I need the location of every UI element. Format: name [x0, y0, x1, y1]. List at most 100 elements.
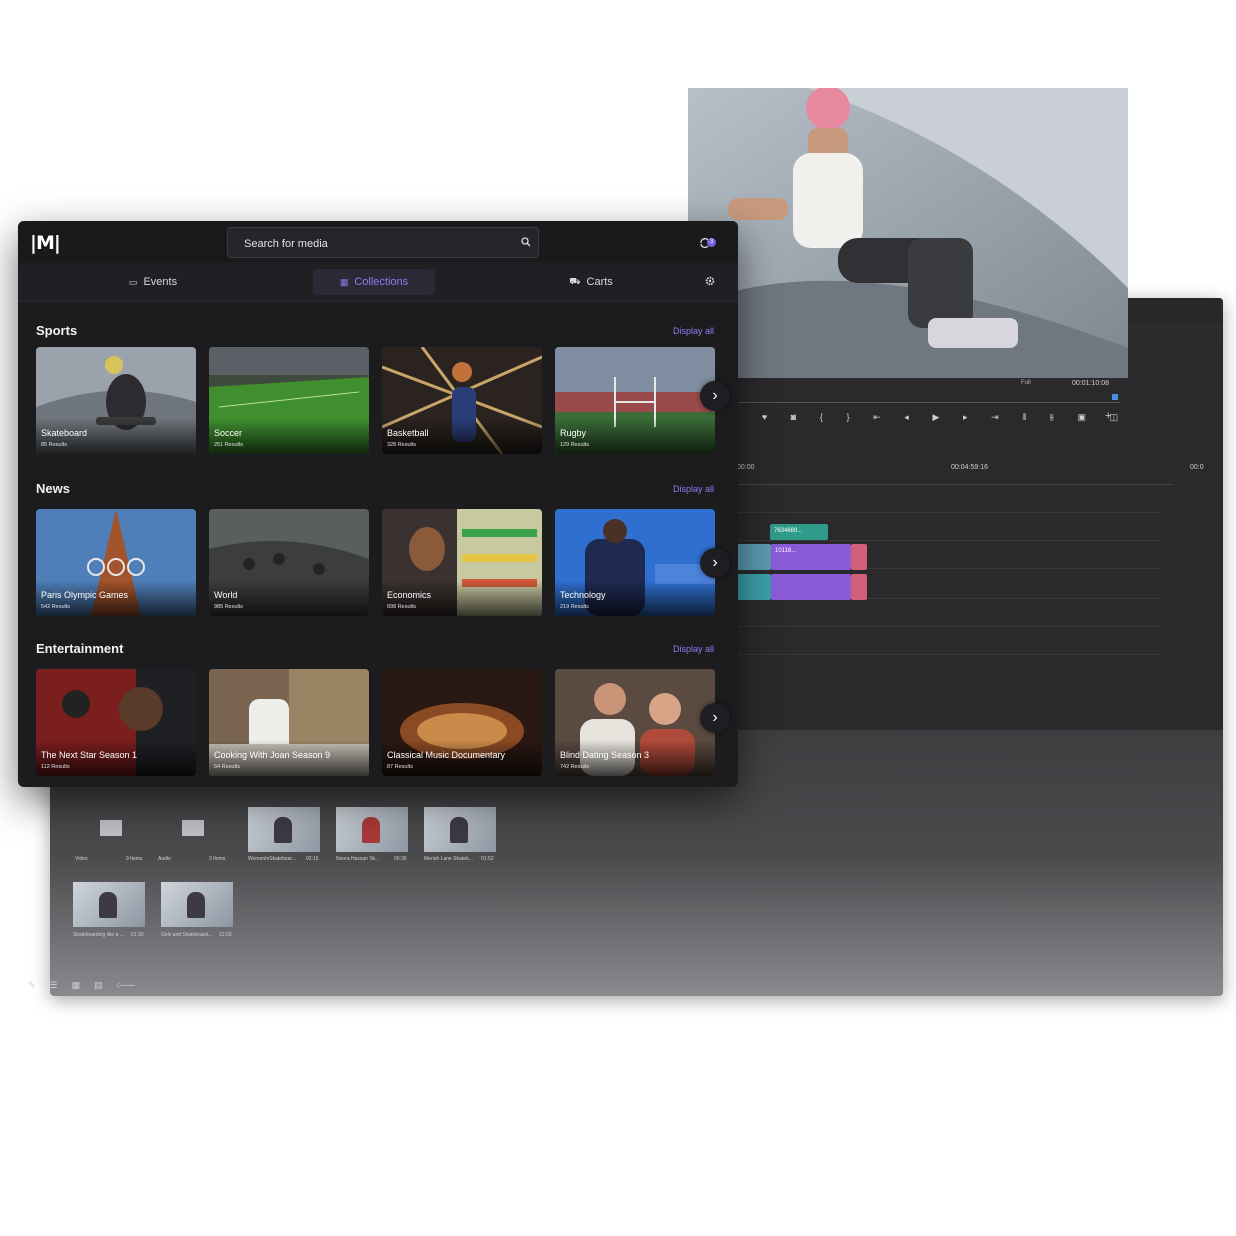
list-view-icon[interactable]: ☰ [50, 980, 58, 991]
notification-badge: 3 [707, 238, 716, 247]
tab-label: Carts [586, 276, 613, 288]
card-title: Rugby [560, 428, 587, 438]
project-clip-thumbnail[interactable] [161, 882, 233, 927]
audio-clip[interactable] [851, 574, 867, 600]
folder-icon[interactable] [182, 820, 204, 836]
collection-card-skateboard[interactable]: Skateboard 85 Results [36, 347, 196, 454]
project-clip-thumbnail[interactable] [336, 807, 408, 852]
timeline-clip[interactable] [733, 544, 771, 570]
collection-card-the-next-star[interactable]: The Next Star Season 1 112 Results [36, 669, 196, 776]
card-title: Technology [560, 590, 606, 600]
mark-out-icon[interactable]: } [846, 412, 849, 422]
collection-card-classical-music[interactable]: Classical Music Documentary 87 Results [382, 669, 542, 776]
marker-icon[interactable]: ♥ [762, 412, 767, 422]
timeline-timecode-end: 00:0 [1190, 464, 1204, 471]
display-all-news-link[interactable]: Display all [673, 484, 714, 494]
news-next-button[interactable]: › [700, 548, 730, 578]
card-results: 54 Results [214, 764, 240, 770]
pencil-icon[interactable]: ✎ [28, 980, 36, 991]
tab-collections[interactable]: ▦ Collections [313, 269, 435, 295]
collection-card-economics[interactable]: Economics 698 Results [382, 509, 542, 616]
collection-card-soccer[interactable]: Soccer 251 Results [209, 347, 369, 454]
card-results: 251 Results [214, 442, 244, 448]
project-clip-duration: 02:15 [306, 856, 319, 862]
collection-card-blind-dating[interactable]: Blind Dating Season 3 742 Results [555, 669, 715, 776]
tab-carts[interactable]: ⛟ Carts [516, 269, 666, 295]
folder-icon[interactable] [100, 820, 122, 836]
monitor-fit-select[interactable]: Full [1021, 380, 1031, 386]
project-clip-name: Skateboarding like a ... [73, 932, 124, 938]
zoom-slider-icon[interactable]: ○── [117, 980, 135, 990]
folder-name: Video [75, 856, 88, 862]
collections-icon: ▦ [339, 276, 349, 287]
project-clip-duration: 01:30 [131, 932, 144, 938]
lift-icon[interactable]: ⫴ [1022, 412, 1026, 423]
card-title: Economics [387, 590, 432, 600]
gear-icon[interactable] [704, 275, 716, 287]
icon-view-icon[interactable]: ▦ [72, 980, 81, 991]
timeline-ruler[interactable] [685, 462, 1173, 485]
collection-card-basketball[interactable]: Basketball 328 Results [382, 347, 542, 454]
monitor-timecode: 00:01:10:08 [1072, 380, 1109, 387]
entertainment-next-button[interactable]: › [700, 703, 730, 733]
project-clip-name: Meriah Lane Skateb... [424, 856, 473, 862]
display-all-entertainment-link[interactable]: Display all [673, 644, 714, 654]
export-frame-icon[interactable]: ▣ [1078, 412, 1087, 423]
audio-clip[interactable] [771, 574, 851, 600]
card-title: Skateboard [41, 428, 88, 438]
project-clip-thumbnail[interactable] [73, 882, 145, 927]
panel-header: |M| 3 [18, 221, 738, 263]
project-clip-duration: 01:52 [481, 856, 494, 862]
project-clip-thumbnail[interactable] [424, 807, 496, 852]
app-logo: |M| [30, 232, 61, 254]
collection-card-technology[interactable]: Technology 219 Results [555, 509, 715, 616]
card-title: Paris Olympic Games [41, 590, 129, 600]
folder-count: 9 Items [126, 856, 143, 862]
media-browser-panel: |M| 3 ▭ Events ▦ Collections ⛟ Carts [18, 221, 738, 787]
extract-icon[interactable]: ⫵ [1050, 412, 1054, 423]
play-icon[interactable]: ▶ [932, 412, 939, 423]
tab-label: Events [143, 276, 178, 288]
section-title-entertainment: Entertainment [36, 641, 124, 656]
add-button-icon[interactable]: + [1105, 410, 1111, 422]
card-results: 698 Results [387, 604, 417, 610]
step-back-icon[interactable]: ◂ [904, 412, 909, 423]
collection-card-paris-olympic-games[interactable]: Paris Olympic Games 542 Results [36, 509, 196, 616]
collection-card-cooking-with-joan[interactable]: Cooking With Joan Season 9 54 Results [209, 669, 369, 776]
project-clip-thumbnail[interactable] [248, 807, 320, 852]
search-box [227, 227, 539, 259]
display-all-sports-link[interactable]: Display all [673, 326, 714, 336]
audio-clip[interactable] [733, 574, 771, 600]
step-forward-icon[interactable]: ▸ [963, 412, 968, 423]
go-to-in-icon[interactable]: ⇤ [873, 412, 881, 423]
program-monitor-video[interactable] [688, 88, 1128, 378]
collection-card-world[interactable]: World 985 Results [209, 509, 369, 616]
monitor-playhead-marker[interactable] [1112, 394, 1118, 400]
timeline-clip[interactable]: 7634689... [770, 524, 828, 540]
card-title: World [214, 590, 238, 600]
card-results: 542 Results [41, 604, 71, 610]
chevron-right-icon: › [712, 554, 718, 571]
timeline-clip[interactable] [851, 544, 867, 570]
card-title: Basketball [387, 428, 429, 438]
search-input[interactable] [242, 228, 516, 259]
folder-name: Audio [158, 856, 171, 862]
card-results: 85 Results [41, 442, 67, 448]
cart-icon: ⛟ [569, 276, 581, 286]
folder-count: 3 Items [209, 856, 226, 862]
tab-bar: ▭ Events ▦ Collections ⛟ Carts [18, 263, 738, 302]
search-icon[interactable] [521, 237, 531, 247]
collection-card-rugby[interactable]: Rugby 129 Results [555, 347, 715, 454]
timeline-timecode-mid: 00:04:59:16 [951, 464, 988, 471]
tab-label: Collections [354, 276, 409, 288]
go-to-out-icon[interactable]: ⇥ [991, 412, 999, 423]
freeform-view-icon[interactable]: ▤ [94, 980, 103, 991]
timeline-clip[interactable]: 10118... [771, 544, 851, 570]
mark-in-icon[interactable]: { [820, 412, 823, 422]
sports-next-button[interactable]: › [700, 381, 730, 411]
monitor-scrub-bar[interactable] [700, 396, 1120, 403]
chevron-right-icon: › [712, 387, 718, 404]
camera-icon[interactable]: ◙ [791, 412, 796, 422]
tab-events[interactable]: ▭ Events [78, 269, 228, 295]
events-icon: ▭ [128, 276, 138, 287]
